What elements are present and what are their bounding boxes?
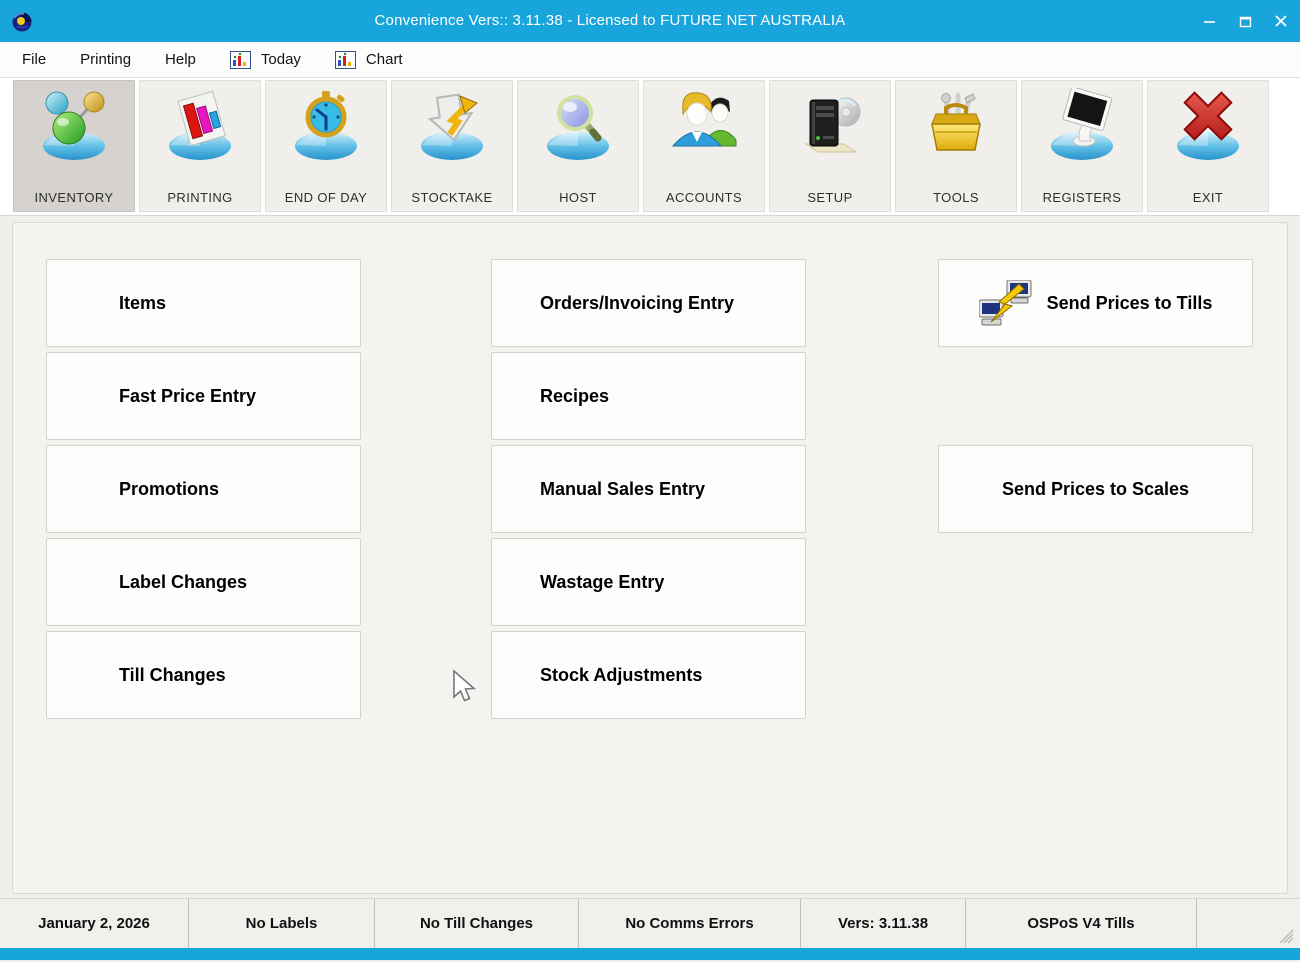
toolbar: INVENTORY PRINTING <box>0 78 1300 216</box>
menu-chart[interactable]: Chart <box>335 51 403 69</box>
status-spacer <box>1196 899 1300 948</box>
minimize-icon <box>1203 15 1216 28</box>
toolbar-button-host[interactable]: HOST <box>517 80 639 212</box>
status-version: Vers: 3.11.38 <box>800 899 965 948</box>
main-panel: Items Fast Price Entry Promotions Label … <box>12 222 1288 894</box>
toolbar-button-inventory[interactable]: INVENTORY <box>13 80 135 212</box>
stopwatch-icon <box>288 88 364 164</box>
close-icon <box>1274 14 1288 28</box>
mini-chart-icon <box>335 51 356 69</box>
menu-help[interactable]: Help <box>165 51 196 68</box>
mouse-cursor <box>451 669 477 705</box>
window-bottom-border <box>0 948 1300 960</box>
status-tills-type: OSPoS V4 Tills <box>965 899 1196 948</box>
chart-page-icon <box>162 88 238 164</box>
menu-chart-label: Chart <box>366 51 403 68</box>
toolbar-button-printing[interactable]: PRINTING <box>139 80 261 212</box>
menu-printing[interactable]: Printing <box>80 51 131 68</box>
exit-cross-icon <box>1170 88 1246 164</box>
send-prices-to-scales-button[interactable]: Send Prices to Scales <box>938 445 1253 533</box>
resize-grip-icon[interactable] <box>1276 926 1294 944</box>
menu-today-label: Today <box>261 51 301 68</box>
stock-adjustments-button[interactable]: Stock Adjustments <box>491 631 806 719</box>
minimize-button[interactable] <box>1198 10 1220 32</box>
toolbar-label: STOCKTAKE <box>411 190 492 205</box>
maximize-button[interactable] <box>1234 10 1256 32</box>
toolbar-button-stocktake[interactable]: STOCKTAKE <box>391 80 513 212</box>
button-label: Promotions <box>119 479 219 500</box>
maximize-icon <box>1239 15 1252 28</box>
fast-price-entry-button[interactable]: Fast Price Entry <box>46 352 361 440</box>
toolbar-label: ACCOUNTS <box>666 190 742 205</box>
toolbar-button-registers[interactable]: REGISTERS <box>1021 80 1143 212</box>
menu-printing-label: Printing <box>80 51 131 68</box>
wastage-entry-button[interactable]: Wastage Entry <box>491 538 806 626</box>
button-label: Fast Price Entry <box>119 386 256 407</box>
toolbar-label: END OF DAY <box>285 190 368 205</box>
button-label: Wastage Entry <box>540 572 664 593</box>
pos-terminal-icon <box>1044 88 1120 164</box>
status-till-changes: No Till Changes <box>374 899 578 948</box>
titlebar: Convenience Vers:: 3.11.38 - Licensed to… <box>0 0 1300 42</box>
toolbar-button-end-of-day[interactable]: END OF DAY <box>265 80 387 212</box>
toolbar-label: HOST <box>559 190 597 205</box>
window-title: Convenience Vers:: 3.11.38 - Licensed to… <box>0 0 1220 42</box>
statusbar: January 2, 2026 No Labels No Till Change… <box>0 898 1300 948</box>
toolbox-icon <box>918 88 994 164</box>
toolbar-button-exit[interactable]: EXIT <box>1147 80 1269 212</box>
toolbar-button-setup[interactable]: SETUP <box>769 80 891 212</box>
toolbar-label: EXIT <box>1193 190 1224 205</box>
magnifier-icon <box>540 88 616 164</box>
toolbar-label: REGISTERS <box>1043 190 1122 205</box>
button-label: Items <box>119 293 166 314</box>
button-label: Till Changes <box>119 665 226 686</box>
button-label: Stock Adjustments <box>540 665 702 686</box>
menu-file-label: File <box>22 51 46 68</box>
menu-help-label: Help <box>165 51 196 68</box>
close-button[interactable] <box>1270 10 1292 32</box>
computer-tower-icon <box>792 88 868 164</box>
toolbar-button-tools[interactable]: TOOLS <box>895 80 1017 212</box>
menubar: File Printing Help Today Chart <box>0 42 1300 78</box>
stock-arrow-icon <box>414 88 490 164</box>
mini-chart-icon <box>230 51 251 69</box>
molecule-icon <box>36 88 112 164</box>
menu-today[interactable]: Today <box>230 51 301 69</box>
toolbar-button-accounts[interactable]: ACCOUNTS <box>643 80 765 212</box>
button-label: Label Changes <box>119 572 247 593</box>
recipes-button[interactable]: Recipes <box>491 352 806 440</box>
status-labels: No Labels <box>188 899 374 948</box>
button-label: Send Prices to Scales <box>1002 479 1189 500</box>
toolbar-label: TOOLS <box>933 190 979 205</box>
promotions-button[interactable]: Promotions <box>46 445 361 533</box>
items-button[interactable]: Items <box>46 259 361 347</box>
button-label: Manual Sales Entry <box>540 479 705 500</box>
toolbar-label: PRINTING <box>167 190 232 205</box>
label-changes-button[interactable]: Label Changes <box>46 538 361 626</box>
manual-sales-entry-button[interactable]: Manual Sales Entry <box>491 445 806 533</box>
button-label: Send Prices to Tills <box>1047 293 1213 314</box>
users-icon <box>666 88 742 164</box>
status-comms-errors: No Comms Errors <box>578 899 800 948</box>
orders-invoicing-entry-button[interactable]: Orders/Invoicing Entry <box>491 259 806 347</box>
menu-file[interactable]: File <box>22 51 46 68</box>
button-label: Recipes <box>540 386 609 407</box>
till-changes-button[interactable]: Till Changes <box>46 631 361 719</box>
status-date: January 2, 2026 <box>0 899 188 948</box>
toolbar-label: SETUP <box>807 190 852 205</box>
send-prices-to-tills-button[interactable]: Send Prices to Tills <box>938 259 1253 347</box>
app-window: Convenience Vers:: 3.11.38 - Licensed to… <box>0 0 1300 962</box>
toolbar-label: INVENTORY <box>35 190 114 205</box>
network-computers-icon <box>979 280 1033 326</box>
button-label: Orders/Invoicing Entry <box>540 293 734 314</box>
